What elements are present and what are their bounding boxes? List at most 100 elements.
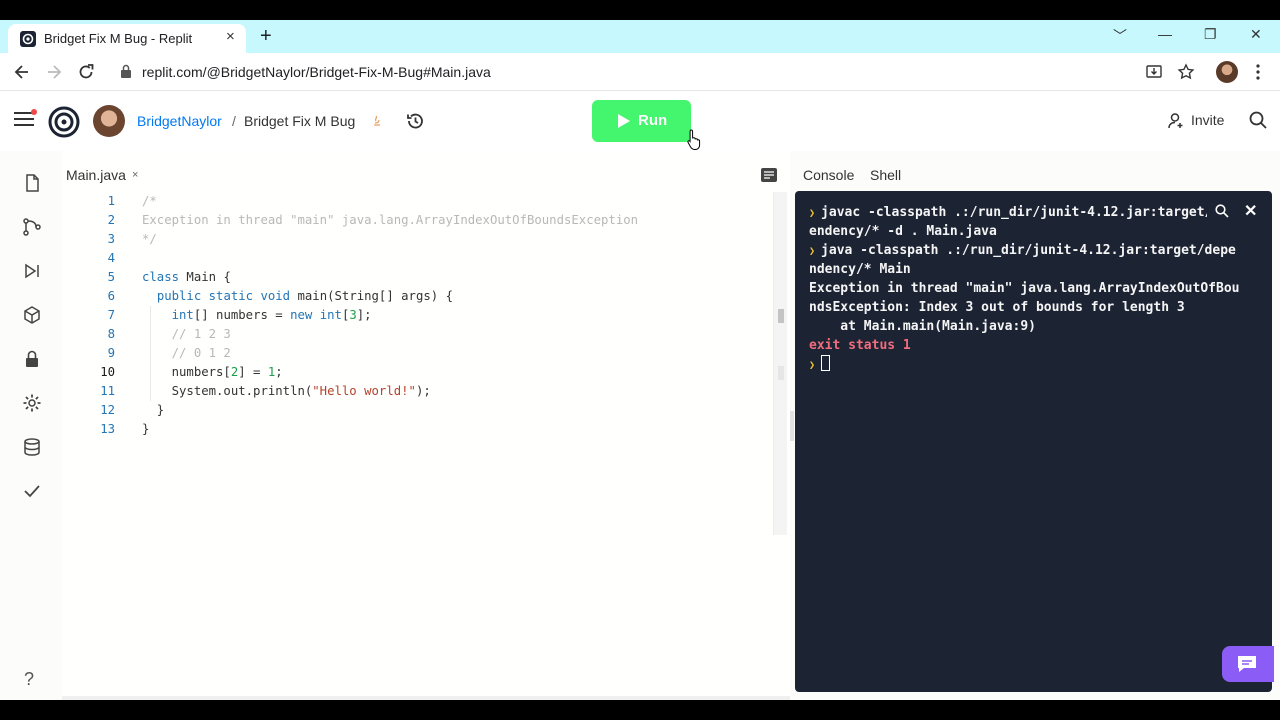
line-number: 11 bbox=[100, 384, 115, 398]
editor-horizontal-scrollbar[interactable] bbox=[62, 696, 790, 700]
chat-button[interactable] bbox=[1222, 646, 1274, 682]
minimize-button[interactable]: — bbox=[1158, 26, 1172, 42]
terminal-line: ❯ java -classpath .:/run_dir/junit-4.12.… bbox=[809, 241, 1251, 260]
install-app-icon[interactable] bbox=[1144, 62, 1164, 82]
terminal-text: javac -classpath .:/run_dir/junit-4.12.j… bbox=[821, 205, 1236, 220]
back-icon[interactable] bbox=[12, 62, 32, 82]
replit-logo-icon[interactable] bbox=[48, 106, 80, 138]
run-button-label: Run bbox=[638, 112, 668, 129]
tab-search-button[interactable]: ﹀ bbox=[1113, 26, 1127, 46]
code-text: Exception in thread "main" java.lang.Arr… bbox=[142, 213, 639, 227]
file-tab-main-java[interactable]: Main.java bbox=[66, 167, 126, 183]
code-line: 7 int[] numbers = new int[3]; bbox=[62, 306, 772, 325]
code-line: 6 public static void main(String[] args)… bbox=[62, 287, 772, 306]
search-icon[interactable] bbox=[1215, 204, 1229, 218]
terminal[interactable]: ❯ javac -classpath .:/run_dir/junit-4.12… bbox=[795, 191, 1272, 692]
prompt-icon: ❯ bbox=[809, 246, 822, 257]
line-number: 9 bbox=[107, 346, 115, 360]
exit-status-text: exit status 1 bbox=[809, 338, 911, 353]
terminal-text: Exception in thread "main" java.lang.Arr… bbox=[809, 281, 1240, 296]
user-avatar[interactable] bbox=[93, 105, 125, 137]
unit-tests-icon[interactable] bbox=[22, 481, 42, 501]
breadcrumb-separator: / bbox=[232, 113, 236, 129]
profile-avatar[interactable] bbox=[1216, 61, 1238, 83]
browser-window: Bridget Fix M Bug - Replit × + ﹀ — ❐ ✕ r… bbox=[0, 20, 1280, 700]
code-text: } bbox=[142, 403, 165, 417]
bookmark-star-icon[interactable] bbox=[1176, 62, 1196, 82]
code-line: 10 numbers[2] = 1; bbox=[62, 363, 772, 382]
chat-icon bbox=[1238, 656, 1256, 672]
tab-close-button[interactable]: × bbox=[226, 28, 235, 45]
file-tab-close-button[interactable]: × bbox=[132, 169, 138, 181]
code-text: /* bbox=[142, 194, 157, 208]
scrollbar-marker bbox=[778, 366, 784, 380]
close-icon[interactable]: ✕ bbox=[1244, 201, 1257, 221]
code-line: 4 bbox=[62, 249, 772, 268]
address-bar: replit.com/@BridgetNaylor/Bridget-Fix-M-… bbox=[0, 53, 1280, 91]
files-icon[interactable] bbox=[22, 173, 42, 193]
lock-icon[interactable] bbox=[120, 64, 132, 78]
terminal-text: ndsException: Index 3 out of bounds for … bbox=[809, 300, 1185, 315]
terminal-input-line[interactable]: ❯ bbox=[809, 355, 1251, 374]
play-icon bbox=[618, 114, 630, 128]
tab-title: Bridget Fix M Bug - Replit bbox=[44, 31, 193, 46]
notification-dot bbox=[31, 109, 37, 115]
new-tab-button[interactable]: + bbox=[260, 25, 272, 47]
browser-tab[interactable]: Bridget Fix M Bug - Replit × bbox=[8, 24, 246, 53]
repl-name[interactable]: Bridget Fix M Bug bbox=[244, 113, 355, 129]
tab-strip: Bridget Fix M Bug - Replit × + ﹀ — ❐ ✕ bbox=[0, 20, 1280, 53]
prompt-icon: ❯ bbox=[809, 360, 822, 371]
packages-icon[interactable] bbox=[22, 305, 42, 325]
version-control-icon[interactable] bbox=[22, 217, 42, 237]
outline-toggle-icon[interactable] bbox=[761, 168, 777, 182]
line-number: 10 bbox=[100, 365, 115, 379]
reload-icon[interactable] bbox=[76, 62, 96, 82]
code-text: // 1 2 3 bbox=[142, 327, 231, 341]
history-icon[interactable] bbox=[405, 111, 425, 131]
close-window-button[interactable]: ✕ bbox=[1250, 26, 1262, 43]
code-line: 12 } bbox=[62, 401, 772, 420]
tab-console[interactable]: Console bbox=[803, 167, 854, 183]
search-icon[interactable] bbox=[1249, 111, 1267, 129]
code-text: class Main { bbox=[142, 270, 231, 284]
editor-scrollbar[interactable] bbox=[773, 192, 787, 535]
line-number: 7 bbox=[107, 308, 115, 322]
code-line: 3 */ bbox=[62, 230, 772, 249]
url-field[interactable]: replit.com/@BridgetNaylor/Bridget-Fix-M-… bbox=[142, 64, 491, 80]
secrets-icon[interactable] bbox=[22, 349, 42, 369]
repl-owner-link[interactable]: BridgetNaylor bbox=[137, 113, 222, 129]
terminal-text: at Main.main(Main.java:9) bbox=[809, 319, 1036, 334]
help-button[interactable]: ? bbox=[24, 669, 34, 690]
code-area[interactable]: 1 /* 2 Exception in thread "main" java.lan… bbox=[62, 192, 772, 439]
line-number: 13 bbox=[100, 422, 115, 436]
line-number: 3 bbox=[107, 232, 115, 246]
terminal-text: endency/* -d . Main.java bbox=[809, 224, 997, 239]
run-button[interactable]: Run bbox=[592, 100, 691, 142]
settings-icon[interactable] bbox=[22, 393, 42, 413]
indent-guide bbox=[149, 325, 151, 344]
replit-favicon-icon bbox=[20, 31, 36, 47]
database-icon[interactable] bbox=[22, 437, 42, 457]
tab-shell[interactable]: Shell bbox=[870, 167, 901, 183]
terminal-line: exit status 1 bbox=[809, 336, 1251, 355]
terminal-toolbar: ✕ bbox=[1207, 200, 1269, 224]
code-line: 2 Exception in thread "main" java.lang.Ar… bbox=[62, 211, 772, 230]
line-number: 5 bbox=[107, 270, 115, 284]
forward-icon[interactable] bbox=[44, 62, 64, 82]
scrollbar-thumb[interactable] bbox=[778, 309, 784, 323]
prompt-icon: ❯ bbox=[809, 208, 822, 219]
line-number: 6 bbox=[107, 289, 115, 303]
replit-header: BridgetNaylor / Bridget Fix M Bug Run In… bbox=[0, 91, 1280, 151]
line-number: 8 bbox=[107, 327, 115, 341]
restore-button[interactable]: ❐ bbox=[1204, 26, 1217, 43]
indent-guide bbox=[149, 382, 151, 401]
terminal-text: ndency/* Main bbox=[809, 262, 911, 277]
debugger-icon[interactable] bbox=[22, 261, 42, 281]
terminal-line: ndsException: Index 3 out of bounds for … bbox=[809, 298, 1251, 317]
line-number: 4 bbox=[107, 251, 115, 265]
pane-resize-handle[interactable] bbox=[790, 411, 794, 441]
sidebar bbox=[0, 151, 62, 700]
code-line: 1 /* bbox=[62, 192, 772, 211]
browser-menu-icon[interactable] bbox=[1248, 62, 1268, 82]
line-number: 12 bbox=[100, 403, 115, 417]
